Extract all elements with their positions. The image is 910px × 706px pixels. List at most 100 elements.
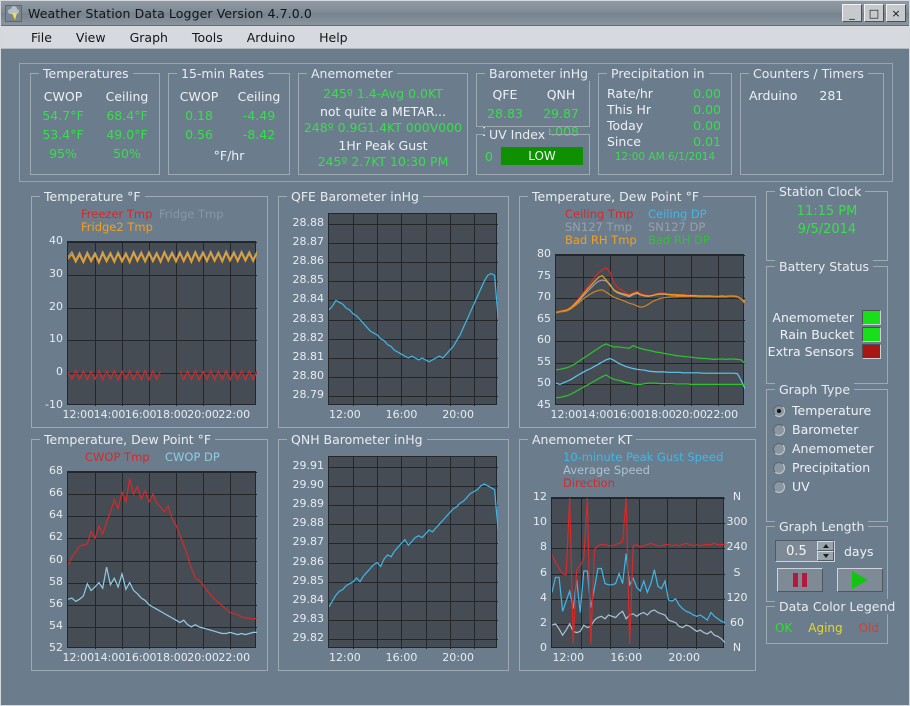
precip-today-label: Today: [607, 118, 643, 133]
x-axis-tick: 16:00: [382, 408, 422, 421]
chart-anemometer: Anemometer KT 10-minute Peak Gust SpeedA…: [519, 439, 756, 671]
menu-arduino[interactable]: Arduino: [235, 28, 307, 47]
play-button[interactable]: [837, 568, 883, 592]
y-axis-tick: 0: [37, 365, 63, 378]
precip-today-value: 0.00: [693, 118, 721, 133]
menu-tools[interactable]: Tools: [180, 28, 235, 47]
uv-index-panel: UV Index 0 LOW: [476, 134, 590, 175]
radio-anemometer-icon[interactable]: [773, 443, 785, 455]
chart-legend-item: SN127 Tmp: [565, 220, 632, 234]
x-axis-tick: 12:00: [325, 651, 365, 664]
battery-status-panel: Battery Status Anemometer Rain Bucket Ex…: [766, 266, 888, 384]
barometer-qnh-value: 29.87: [533, 104, 589, 123]
chart-qfe-canvas: 28.8828.8728.8628.8528.8428.8328.8228.81…: [284, 205, 503, 423]
play-icon: [852, 571, 868, 589]
series-line: [556, 268, 745, 312]
title-bar: Weather Station Data Logger Version 4.7.…: [1, 1, 909, 26]
radio-anemometer[interactable]: Anemometer: [767, 439, 887, 458]
y-axis-tick: 54: [37, 619, 63, 632]
y-axis-tick: 65: [525, 312, 551, 325]
x-axis-tick: 20:00: [664, 651, 704, 664]
radio-precipitation[interactable]: Precipitation: [767, 458, 887, 477]
uv-index-value: 0: [485, 149, 493, 164]
uv-index-badge: LOW: [501, 147, 583, 165]
series-line: [556, 375, 745, 398]
counters-arduino-value: 281: [819, 88, 843, 103]
temperatures-col1-header: CWOP: [31, 87, 95, 106]
chart-legend-item: Direction: [563, 476, 615, 490]
battery-led-rain-bucket: [862, 327, 881, 342]
chart-qnh-canvas: 29.9129.9029.8929.8829.8729.8629.8529.84…: [284, 448, 503, 666]
radio-uv-icon[interactable]: [773, 481, 785, 493]
pause-button[interactable]: [777, 568, 823, 592]
menu-graph[interactable]: Graph: [118, 28, 180, 47]
y-axis-tick: 12: [525, 490, 547, 503]
precip-thishr-label: This Hr: [607, 102, 651, 117]
temperatures-title: Temperatures: [39, 66, 133, 81]
graph-length-stepper[interactable]: 0.5: [775, 540, 835, 562]
precip-since-value: 0.01: [693, 134, 721, 149]
menu-file[interactable]: File: [19, 28, 64, 47]
rates-col1-header: CWOP: [169, 87, 229, 106]
minimize-button[interactable]: _: [842, 4, 862, 22]
y-axis-tick: 20: [37, 300, 63, 313]
graph-type-panel: Graph Type Temperature Barometer Anemome…: [766, 389, 888, 522]
graph-length-value[interactable]: 0.5: [776, 541, 817, 561]
graph-type-title: Graph Type: [775, 382, 854, 397]
y-axis-tick: 0: [525, 641, 547, 654]
radio-temperature-icon[interactable]: [773, 405, 785, 417]
battery-label-anemometer: Anemometer: [772, 310, 854, 325]
rates-cwop-2: 0.56: [169, 125, 229, 144]
anemometer-metar-label: not quite a METAR...: [299, 104, 467, 120]
close-icon: ×: [887, 5, 905, 21]
maximize-button[interactable]: □: [864, 4, 884, 22]
plot-area: [67, 471, 256, 648]
y-axis-tick: 6: [525, 566, 547, 579]
radio-uv[interactable]: UV: [767, 477, 887, 496]
y-axis-tick: 60: [37, 553, 63, 566]
chart-fridge-canvas: Freezer TmpFridge TmpFridge2 Tmp40302010…: [37, 205, 262, 423]
graph-length-up-button[interactable]: [817, 541, 834, 551]
chart-legend-item: Fridge Tmp: [159, 207, 224, 221]
graph-length-down-button[interactable]: [817, 551, 834, 561]
chart-legend-item: Freezer Tmp: [81, 207, 152, 221]
chart-legend-item: Bad RH Tmp: [565, 233, 637, 247]
temperatures-cwop-value: 54.7°F: [31, 106, 95, 125]
series-line: [552, 553, 725, 622]
radio-barometer[interactable]: Barometer: [767, 420, 887, 439]
radio-precipitation-icon[interactable]: [773, 462, 785, 474]
y-axis-tick: 70: [525, 290, 551, 303]
plot-area: [555, 254, 744, 405]
chevron-down-icon: [823, 554, 829, 558]
y-axis-tick: 10: [525, 515, 547, 528]
battery-led-extra-sensors: [862, 344, 881, 359]
y-axis-tick: 4: [525, 591, 547, 604]
precip-since-timestamp: 12:00 AM 6/1/2014: [599, 149, 731, 163]
y-axis-tick: 28.83: [284, 312, 324, 325]
x-axis-tick: 22:00: [214, 651, 254, 664]
legend-old: Old: [859, 621, 879, 635]
pause-icon: [793, 573, 798, 587]
series-line: [556, 344, 745, 370]
plot-area: [67, 241, 256, 405]
temperatures-ceiling-humidity: 50%: [95, 144, 159, 163]
close-button[interactable]: ×: [886, 4, 906, 22]
y2-axis-tick: S: [726, 566, 748, 579]
y-axis-tick: 29.86: [284, 555, 324, 568]
y-axis-tick: 28.87: [284, 235, 324, 248]
y-axis-tick: 28.79: [284, 388, 324, 401]
menu-help[interactable]: Help: [307, 28, 360, 47]
application-window: Weather Station Data Logger Version 4.7.…: [0, 0, 910, 706]
y-axis-tick: 55: [525, 355, 551, 368]
uv-index-title: UV Index: [485, 127, 549, 142]
battery-row-rain-bucket: Rain Bucket: [767, 326, 887, 343]
data-color-legend-title: Data Color Legend: [775, 599, 899, 614]
graph-length-panel: Graph Length 0.5 days: [766, 526, 888, 602]
radio-temperature[interactable]: Temperature: [767, 401, 887, 420]
chart-cwop-dewpoint-title: Temperature, Dew Point °F: [40, 432, 215, 447]
y-axis-tick: 29.85: [284, 574, 324, 587]
chart-qfe: QFE Barometer inHg 28.8828.8728.8628.852…: [278, 196, 509, 428]
menu-view[interactable]: View: [64, 28, 118, 47]
barometer-qfe-header: QFE: [477, 85, 533, 104]
radio-barometer-icon[interactable]: [773, 424, 785, 436]
